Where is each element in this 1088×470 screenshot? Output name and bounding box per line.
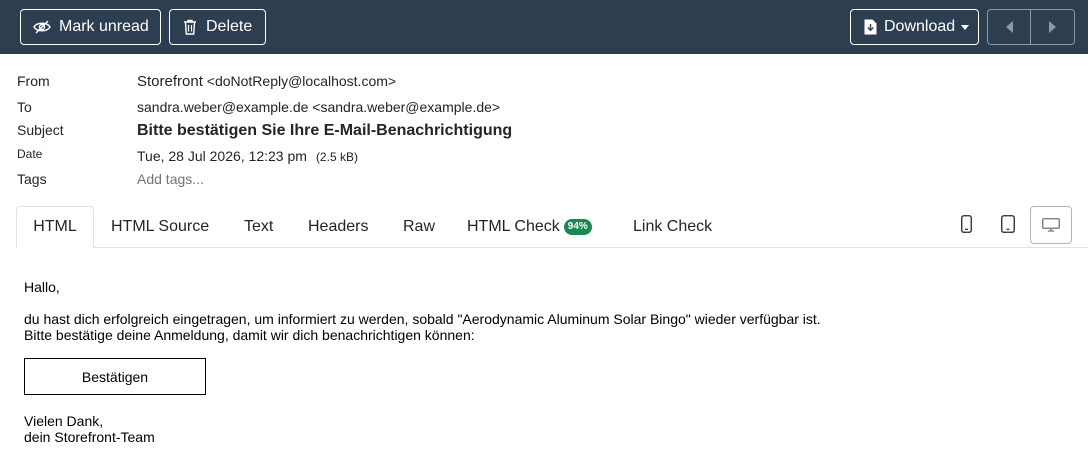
- download-icon: [864, 19, 877, 35]
- mail-closing-2: dein Storefront-Team: [24, 429, 155, 445]
- date-text: Tue, 28 Jul 2026, 12:23 pm: [137, 148, 307, 164]
- prev-arrow-icon: [1005, 21, 1013, 33]
- download-label: Download: [884, 18, 956, 35]
- tab-raw[interactable]: Raw: [403, 206, 435, 248]
- trash-icon: [184, 19, 196, 35]
- tab-link-check[interactable]: Link Check: [633, 206, 712, 248]
- from-name: Storefront: [137, 73, 203, 90]
- mark-unread-button[interactable]: Mark unread: [20, 9, 161, 45]
- subject-label: Subject: [17, 122, 64, 138]
- mail-line-2: Bitte bestätige deine Anmeldung, damit w…: [24, 327, 475, 343]
- subject-value: Bitte bestätigen Sie Ihre E-Mail-Benachr…: [137, 122, 513, 139]
- message-nav: [987, 9, 1075, 45]
- from-email: <doNotReply@localhost.com>: [206, 73, 397, 89]
- tab-html[interactable]: HTML: [16, 206, 94, 248]
- delete-label: Delete: [206, 18, 253, 35]
- next-message-button[interactable]: [1031, 10, 1074, 44]
- tablet-icon[interactable]: [1001, 215, 1015, 233]
- html-check-score-badge: 94%: [563, 219, 592, 235]
- desktop-view-button[interactable]: [1030, 206, 1072, 244]
- message-size: (2.5 kB): [315, 150, 358, 164]
- delete-button[interactable]: Delete: [169, 9, 266, 45]
- mail-line-1: du hast dich erfolgreich eingetragen, um…: [24, 311, 821, 327]
- mail-closing-1: Vielen Dank,: [24, 413, 104, 429]
- confirm-button[interactable]: Bestätigen: [24, 358, 206, 395]
- tags-label: Tags: [17, 171, 47, 187]
- from-value: Storefront <doNotReply@localhost.com>: [137, 73, 396, 90]
- desktop-icon: [1042, 218, 1060, 232]
- phone-icon[interactable]: [961, 215, 972, 233]
- tab-html-check-label: HTML Check: [467, 218, 560, 235]
- date-label: Date: [17, 147, 43, 161]
- to-label: To: [17, 99, 32, 115]
- previous-message-button[interactable]: [988, 10, 1031, 44]
- from-label: From: [17, 73, 50, 89]
- next-arrow-icon: [1049, 21, 1056, 33]
- tab-html-source[interactable]: HTML Source: [111, 206, 209, 248]
- download-button[interactable]: Download: [850, 9, 979, 45]
- mark-unread-label: Mark unread: [59, 18, 149, 35]
- toolbar: Mark unread Delete Download: [0, 0, 1088, 54]
- tags-input[interactable]: Add tags...: [137, 171, 204, 187]
- mail-greeting: Hallo,: [24, 279, 60, 295]
- eye-slash-icon: [33, 20, 51, 34]
- date-value: Tue, 28 Jul 2026, 12:23 pm (2.5 kB): [137, 148, 358, 164]
- tab-headers[interactable]: Headers: [308, 206, 368, 248]
- to-value: sandra.weber@example.de <sandra.weber@ex…: [137, 99, 501, 115]
- tab-text[interactable]: Text: [244, 206, 273, 248]
- tab-html-check[interactable]: HTML Check 94%: [467, 206, 592, 248]
- chevron-down-icon: [961, 24, 970, 30]
